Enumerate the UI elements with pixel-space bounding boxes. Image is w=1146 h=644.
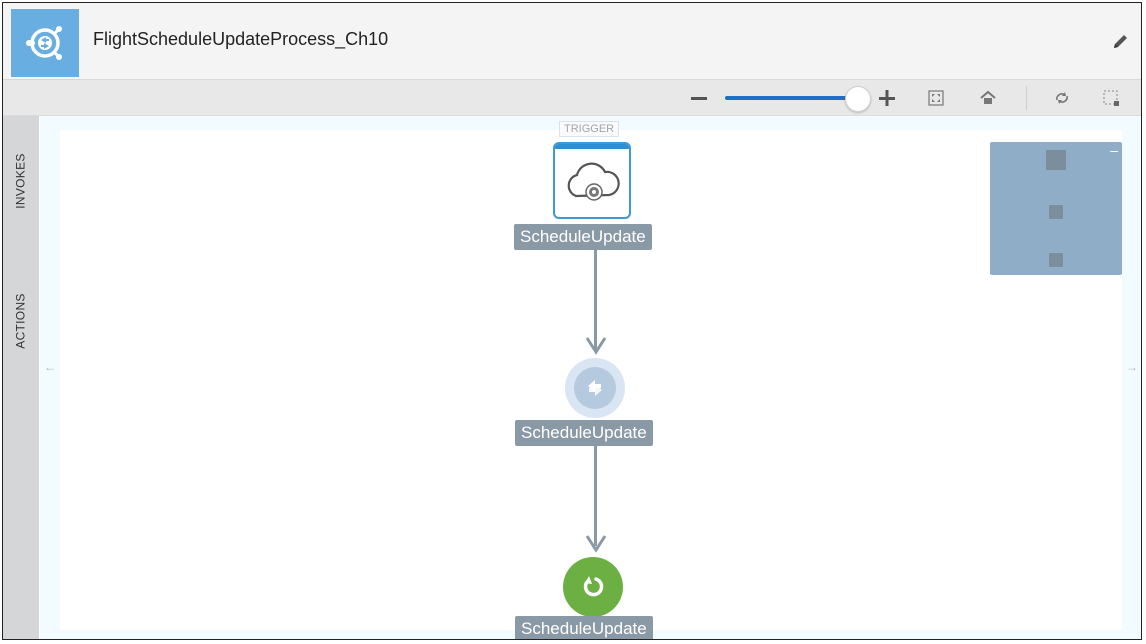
return-node[interactable] <box>563 557 623 617</box>
return-icon <box>583 576 604 597</box>
select-icon[interactable] <box>1100 87 1122 109</box>
tab-invokes[interactable]: INVOKES <box>3 146 39 216</box>
tab-invokes-label: INVOKES <box>14 153 29 209</box>
map-icon <box>574 367 616 409</box>
connector-arrow-icon <box>585 337 607 355</box>
flow-canvas[interactable]: ← → – TRIGGER ScheduleUpdate ScheduleUpd… <box>40 116 1141 639</box>
fit-icon[interactable] <box>925 87 947 109</box>
scroll-right-arrow-icon[interactable]: → <box>1126 360 1138 374</box>
connector-arrow-icon <box>585 535 607 553</box>
integration-canvas-window: FlightScheduleUpdateProcess_Ch10 INVOKES… <box>2 2 1142 640</box>
tab-actions[interactable]: ACTIONS <box>3 286 39 356</box>
minimap-node <box>1049 253 1063 267</box>
trigger-label: TRIGGER <box>559 121 620 137</box>
canvas-toolbar <box>3 80 1141 116</box>
minimap[interactable]: – <box>990 142 1122 275</box>
map-node-label[interactable]: ScheduleUpdate <box>515 420 653 446</box>
minimap-collapse-button[interactable]: – <box>1110 142 1118 158</box>
home-icon[interactable] <box>977 87 999 109</box>
refresh-icon[interactable] <box>1051 87 1073 109</box>
zoom-slider-handle[interactable] <box>845 86 871 112</box>
trigger-node[interactable] <box>553 142 631 219</box>
return-node-label[interactable]: ScheduleUpdate <box>515 616 653 639</box>
minimap-node <box>1049 205 1063 219</box>
scroll-left-arrow-icon[interactable]: ← <box>44 360 56 374</box>
minimap-node <box>1046 150 1066 170</box>
pencil-icon[interactable] <box>1111 31 1131 51</box>
connector-line <box>594 446 597 546</box>
cloud-icon <box>567 162 620 201</box>
zoom-slider-track[interactable] <box>725 96 858 100</box>
trigger-node-label[interactable]: ScheduleUpdate <box>514 224 652 250</box>
tab-actions-label: ACTIONS <box>14 293 29 349</box>
side-panel: INVOKES ACTIONS <box>3 116 39 639</box>
integration-icon <box>11 9 79 77</box>
header: FlightScheduleUpdateProcess_Ch10 <box>3 3 1141 80</box>
page-title: FlightScheduleUpdateProcess_Ch10 <box>93 29 389 49</box>
toolbar-divider <box>1026 86 1027 110</box>
zoom-in-icon[interactable] <box>876 87 898 109</box>
zoom-out-icon[interactable] <box>688 87 710 109</box>
map-node[interactable] <box>565 358 625 418</box>
